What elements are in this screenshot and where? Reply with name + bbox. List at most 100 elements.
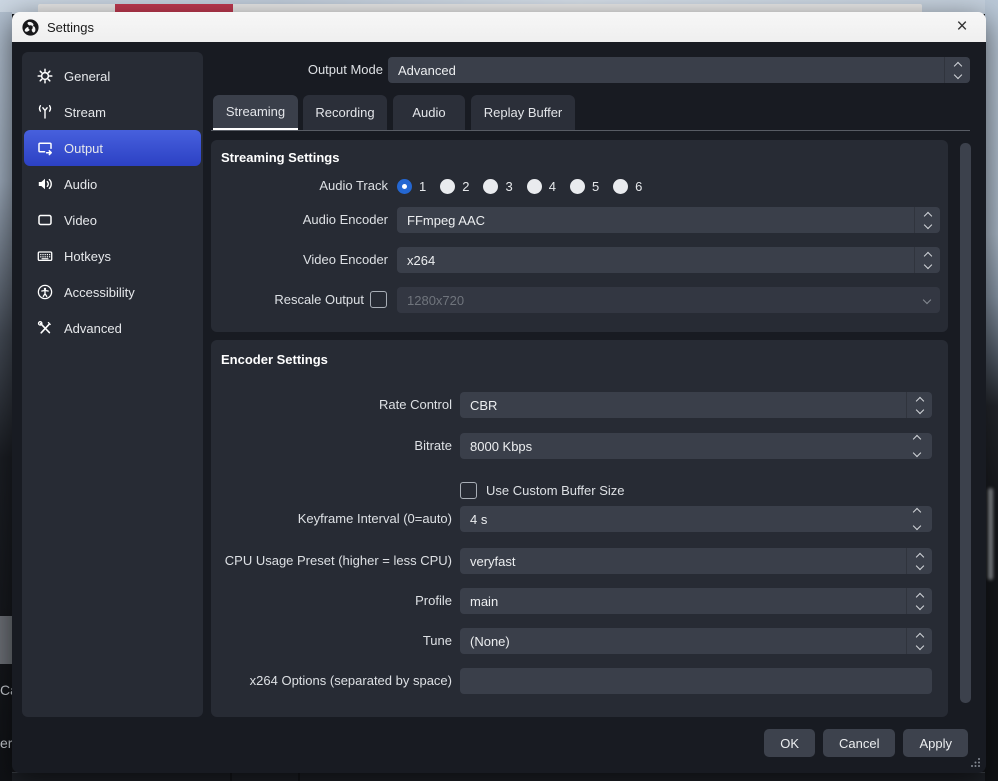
close-icon[interactable]: ×	[948, 14, 976, 40]
broadcast-icon	[37, 104, 53, 120]
radio-option: 5	[570, 179, 599, 194]
rate-control-label: Rate Control	[211, 392, 452, 418]
rescale-output-checkbox[interactable]	[370, 291, 387, 308]
custom-buffer-row: Use Custom Buffer Size	[460, 477, 624, 503]
rate-control-select[interactable]: CBR	[460, 392, 932, 418]
group-title: Streaming Settings	[221, 150, 339, 165]
tune-select[interactable]: (None)	[460, 628, 932, 654]
audio-track-row: Audio Track 1 2 3 4 5 6	[211, 173, 948, 199]
tab-streaming[interactable]: Streaming	[213, 95, 298, 130]
sidebar-item-label: Hotkeys	[64, 249, 111, 264]
resize-grip-icon[interactable]	[969, 755, 981, 767]
radio-track-3[interactable]	[483, 179, 498, 194]
sidebar-item-label: Advanced	[64, 321, 122, 336]
radio-track-1[interactable]	[397, 179, 412, 194]
sidebar-item-advanced[interactable]: Advanced	[24, 310, 201, 346]
chevron-updown-icon	[906, 628, 932, 654]
sidebar-item-label: Audio	[64, 177, 97, 192]
tab-recording[interactable]: Recording	[303, 95, 387, 130]
chevron-updown-icon	[914, 247, 940, 273]
audio-encoder-label: Audio Encoder	[211, 207, 388, 233]
dialog-footer: OK Cancel Apply	[764, 729, 968, 757]
ok-button[interactable]: OK	[764, 729, 815, 757]
profile-row: Profile main	[211, 588, 948, 614]
sidebar-item-stream[interactable]: Stream	[24, 94, 201, 130]
bitrate-label: Bitrate	[211, 433, 452, 459]
settings-sidebar: General Stream Output	[22, 52, 203, 717]
titlebar[interactable]: Settings ×	[12, 12, 986, 42]
desktop-left-patch	[0, 616, 12, 664]
sidebar-item-label: Stream	[64, 105, 106, 120]
x264-options-row: x264 Options (separated by space)	[211, 668, 948, 694]
apply-button[interactable]: Apply	[903, 729, 968, 757]
settings-window: Settings × General Stream	[12, 12, 986, 773]
radio-option: 3	[483, 179, 512, 194]
tools-icon	[37, 320, 53, 336]
video-encoder-label: Video Encoder	[211, 247, 388, 273]
tune-row: Tune (None)	[211, 628, 948, 654]
sidebar-item-output[interactable]: Output	[24, 130, 201, 166]
output-mode-label: Output Mode	[12, 57, 383, 83]
bitrate-spinbox[interactable]: 8000 Kbps	[460, 433, 932, 459]
output-mode-select[interactable]: Advanced	[388, 57, 970, 83]
x264-options-input[interactable]	[460, 668, 932, 694]
output-mode-value: Advanced	[388, 63, 944, 78]
settings-dialog: General Stream Output	[12, 42, 986, 773]
rescale-output-label: Rescale Output	[211, 287, 364, 313]
radio-track-5[interactable]	[570, 179, 585, 194]
chevron-updown-icon	[906, 548, 932, 574]
tab-audio[interactable]: Audio	[393, 95, 465, 130]
window-title: Settings	[47, 20, 94, 35]
audio-track-radios: 1 2 3 4 5 6	[397, 173, 642, 199]
desktop-photo-streak	[988, 488, 993, 580]
radio-option: 4	[527, 179, 556, 194]
custom-buffer-checkbox[interactable]	[460, 482, 477, 499]
rescale-output-row: Rescale Output 1280x720	[211, 287, 948, 313]
cancel-button[interactable]: Cancel	[823, 729, 895, 757]
rate-control-row: Rate Control CBR	[211, 392, 948, 418]
radio-track-4[interactable]	[527, 179, 542, 194]
desktop-right-edge	[985, 0, 998, 781]
x264-options-field-wrap	[460, 668, 932, 694]
chevron-updown-icon	[906, 588, 932, 614]
rescale-resolution-select: 1280x720	[397, 287, 940, 313]
cpu-preset-label: CPU Usage Preset (higher = less CPU)	[211, 548, 452, 574]
screen-share-icon	[37, 140, 53, 156]
group-title: Encoder Settings	[221, 352, 328, 367]
sidebar-item-accessibility[interactable]: Accessibility	[24, 274, 201, 310]
streaming-settings-panel: Streaming Settings Audio Track 1 2 3 4 5…	[211, 140, 948, 332]
keyframe-spinbox[interactable]: 4 s	[460, 506, 932, 532]
tab-replay-buffer[interactable]: Replay Buffer	[471, 95, 575, 130]
accessibility-icon	[37, 284, 53, 300]
spinner-arrows-icon[interactable]	[902, 506, 932, 532]
tabs-divider	[211, 130, 970, 131]
radio-option: 6	[613, 179, 642, 194]
sidebar-item-label: Output	[64, 141, 103, 156]
display-icon	[37, 212, 53, 228]
radio-track-6[interactable]	[613, 179, 628, 194]
video-encoder-select[interactable]: x264	[397, 247, 940, 273]
sidebar-item-hotkeys[interactable]: Hotkeys	[24, 238, 201, 274]
video-encoder-row: Video Encoder x264	[211, 247, 948, 273]
audio-encoder-row: Audio Encoder FFmpeg AAC	[211, 207, 948, 233]
speaker-icon	[37, 176, 53, 192]
profile-label: Profile	[211, 588, 452, 614]
cpu-preset-row: CPU Usage Preset (higher = less CPU) ver…	[211, 548, 948, 574]
sidebar-item-audio[interactable]: Audio	[24, 166, 201, 202]
spinner-arrows-icon[interactable]	[902, 433, 932, 459]
bitrate-row: Bitrate 8000 Kbps	[211, 433, 948, 459]
profile-select[interactable]: main	[460, 588, 932, 614]
chevron-updown-icon	[914, 207, 940, 233]
sidebar-item-video[interactable]: Video	[24, 202, 201, 238]
cpu-preset-select[interactable]: veryfast	[460, 548, 932, 574]
custom-buffer-label: Use Custom Buffer Size	[486, 483, 624, 498]
audio-encoder-select[interactable]: FFmpeg AAC	[397, 207, 940, 233]
chevron-updown-icon	[906, 392, 932, 418]
tune-label: Tune	[211, 628, 452, 654]
obs-logo-icon	[22, 19, 39, 36]
radio-track-2[interactable]	[440, 179, 455, 194]
sidebar-item-label: Video	[64, 213, 97, 228]
keyframe-label: Keyframe Interval (0=auto)	[211, 506, 452, 532]
vertical-scrollbar[interactable]	[960, 143, 971, 703]
radio-option: 1	[397, 179, 426, 194]
